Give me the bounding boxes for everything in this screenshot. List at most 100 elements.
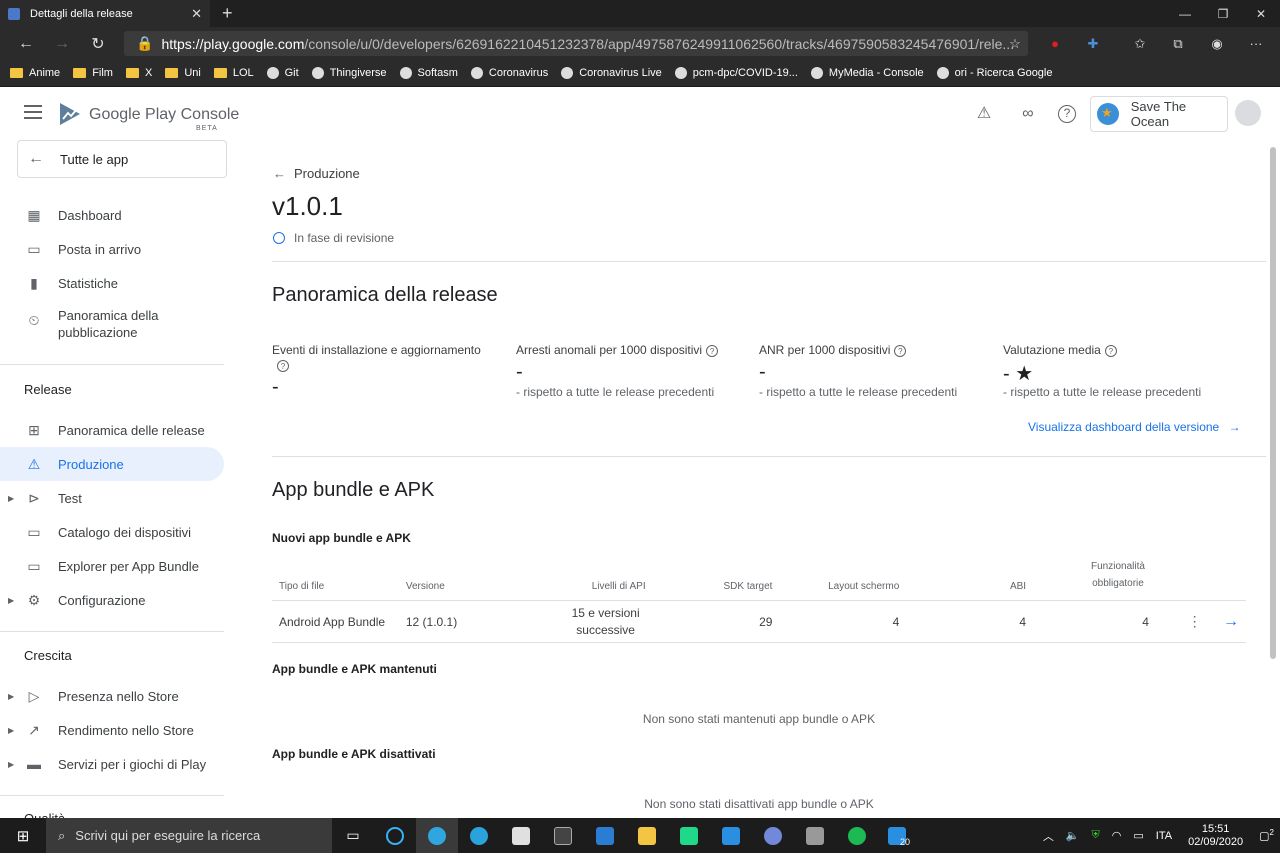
pycharm-icon[interactable]: [668, 818, 710, 853]
metric-value: -: [272, 376, 279, 398]
expand-caret-icon[interactable]: ▶: [8, 726, 14, 735]
language-indicator[interactable]: ITA: [1156, 830, 1172, 842]
expand-caret-icon[interactable]: ▶: [8, 692, 14, 701]
bookmark-item[interactable]: Thingiverse: [311, 67, 387, 79]
minimize-icon[interactable]: —: [1166, 7, 1204, 21]
browser-tab[interactable]: Dettagli della release ✕: [0, 0, 210, 27]
mymedia-icon: [810, 67, 823, 79]
version-dashboard-link[interactable]: Visualizza dashboard della versione →: [1028, 420, 1241, 434]
store-icon[interactable]: [500, 818, 542, 853]
expand-caret-icon[interactable]: ▶: [8, 760, 14, 769]
cortana-icon[interactable]: [374, 818, 416, 853]
edge-icon[interactable]: [416, 818, 458, 853]
link-icon[interactable]: ∞: [1017, 103, 1039, 125]
bookmark-item[interactable]: X: [125, 67, 152, 79]
chevron-up-icon[interactable]: ︿: [1043, 828, 1054, 844]
vscode-icon[interactable]: [710, 818, 752, 853]
sidebar-item-publishing-overview[interactable]: ⏲ Panoramica della pubblicazione: [0, 307, 224, 349]
thingiverse-icon: [311, 67, 324, 79]
arrow-forward-icon[interactable]: →: [1223, 613, 1239, 630]
developer-account-switcher[interactable]: Save The Ocean: [1090, 96, 1228, 132]
sidebar-item-store-performance[interactable]: ▶ ↗ Rendimento nello Store: [0, 713, 224, 747]
favorites-icon[interactable]: ✩: [1128, 31, 1152, 56]
spotify-icon[interactable]: [836, 818, 878, 853]
sidebar-item-dashboard[interactable]: ▦ Dashboard: [0, 198, 224, 232]
user-avatar[interactable]: [1235, 100, 1261, 126]
notification-icon[interactable]: ▢2: [1259, 828, 1274, 843]
bookmark-item[interactable]: Git: [266, 67, 299, 79]
bookmark-label: Film: [92, 67, 113, 79]
favorite-star-icon[interactable]: ☆: [1003, 31, 1027, 56]
network-app-icon[interactable]: [794, 818, 836, 853]
sidebar-item-production[interactable]: ⚠ Produzione: [0, 447, 224, 481]
sidebar-item-setup[interactable]: ▶ ⚙ Configurazione: [0, 583, 224, 617]
new-tab-icon[interactable]: +: [222, 3, 233, 24]
test-play-icon: ⊳: [28, 490, 40, 506]
feedback-icon[interactable]: ⚠: [973, 103, 995, 125]
expand-caret-icon[interactable]: ▶: [8, 494, 14, 503]
sidebar-item-releases-overview[interactable]: ⊞ Panoramica delle release: [0, 413, 224, 447]
bookmark-item[interactable]: Anime: [10, 67, 60, 79]
sidebar-item-device-catalog[interactable]: ▭ Catalogo dei dispositivi: [0, 515, 224, 549]
sidebar-item-statistics[interactable]: ▮ Statistiche: [0, 266, 224, 300]
breadcrumb-back-production[interactable]: ← Produzione: [273, 166, 368, 181]
sidebar-item-store-presence[interactable]: ▶ ▷ Presenza nello Store: [0, 679, 224, 713]
forward-icon[interactable]: →: [44, 35, 80, 53]
bookmark-item[interactable]: Softasm: [399, 67, 458, 79]
bookmark-item[interactable]: Coronavirus: [470, 67, 548, 79]
help-icon[interactable]: ?: [894, 345, 907, 357]
menu-icon[interactable]: [24, 105, 42, 119]
help-icon[interactable]: ?: [706, 345, 719, 357]
sidebar-item-play-games-services[interactable]: ▶ ▬ Servizi per i giochi di Play: [0, 747, 224, 781]
sidebar-item-inbox[interactable]: ▭ Posta in arrivo: [0, 232, 224, 266]
metric-rating: Valutazione media? - ★ - rispetto a tutt…: [1003, 343, 1233, 399]
expand-caret-icon[interactable]: ▶: [8, 596, 14, 605]
shield-icon[interactable]: ⛨: [1092, 829, 1100, 842]
help-icon[interactable]: ?: [1058, 105, 1076, 123]
refresh-icon[interactable]: ↻: [80, 34, 116, 54]
app-badge-icon[interactable]: 20: [878, 818, 920, 853]
arrow-back-icon: ←: [28, 150, 44, 167]
sidebar-item-test[interactable]: ▶ ⊳ Test: [0, 481, 224, 515]
more-vert-icon[interactable]: ⋮: [1188, 613, 1202, 629]
google-icon: [936, 67, 949, 79]
bookmark-item[interactable]: ori - Ricerca Google: [936, 67, 1053, 79]
telegram-icon[interactable]: [458, 818, 500, 853]
all-apps-button[interactable]: ← Tutte le app: [17, 140, 227, 178]
close-window-icon[interactable]: ✕: [1242, 7, 1280, 21]
task-view-icon[interactable]: ▭: [332, 818, 374, 853]
battery-icon[interactable]: ▭: [1133, 829, 1143, 842]
volume-icon[interactable]: 🔈: [1066, 829, 1080, 842]
column-header-actions: [1156, 558, 1246, 601]
discord-icon[interactable]: [752, 818, 794, 853]
terminal-icon[interactable]: [542, 818, 584, 853]
bookmark-item[interactable]: pcm-dpc/COVID-19...: [674, 67, 798, 79]
help-icon[interactable]: ?: [277, 360, 289, 372]
bookmark-item[interactable]: Uni: [165, 67, 201, 79]
back-icon[interactable]: ←: [8, 35, 44, 53]
extension-blue-icon[interactable]: ✚: [1081, 31, 1105, 56]
scrollbar[interactable]: [1270, 147, 1276, 659]
profile-icon[interactable]: ◉: [1205, 31, 1229, 56]
table-row[interactable]: Android App Bundle 12 (1.0.1) 15 e versi…: [272, 600, 1246, 643]
taskbar-search[interactable]: ⌕ Scrivi qui per eseguire la ricerca: [46, 818, 332, 853]
help-icon[interactable]: ?: [1104, 345, 1117, 357]
bookmark-item[interactable]: MyMedia - Console: [810, 67, 924, 79]
close-tab-icon[interactable]: ✕: [191, 6, 202, 22]
taskbar-search-placeholder: Scrivi qui per eseguire la ricerca: [75, 828, 261, 843]
bookmark-item[interactable]: Coronavirus Live: [561, 67, 662, 79]
url-field[interactable]: 🔒 https://play.google.com/console/u/0/de…: [124, 31, 1028, 56]
sidebar-item-bundle-explorer[interactable]: ▭ Explorer per App Bundle: [0, 549, 224, 583]
more-icon[interactable]: ···: [1244, 31, 1268, 56]
clock[interactable]: 15:51 02/09/2020: [1188, 823, 1243, 849]
windows-start-icon[interactable]: ⊞: [0, 827, 46, 845]
extension-red-icon[interactable]: ●: [1043, 31, 1067, 56]
wifi-icon[interactable]: ◠: [1112, 829, 1122, 842]
file-explorer-icon[interactable]: [626, 818, 668, 853]
mail-icon[interactable]: [584, 818, 626, 853]
collections-icon[interactable]: ⧉: [1166, 31, 1190, 56]
bookmark-item[interactable]: Film: [73, 67, 113, 79]
clock-date: 02/09/2020: [1188, 835, 1244, 848]
bookmark-item[interactable]: LOL: [213, 67, 254, 79]
maximize-icon[interactable]: ❐: [1204, 7, 1242, 21]
